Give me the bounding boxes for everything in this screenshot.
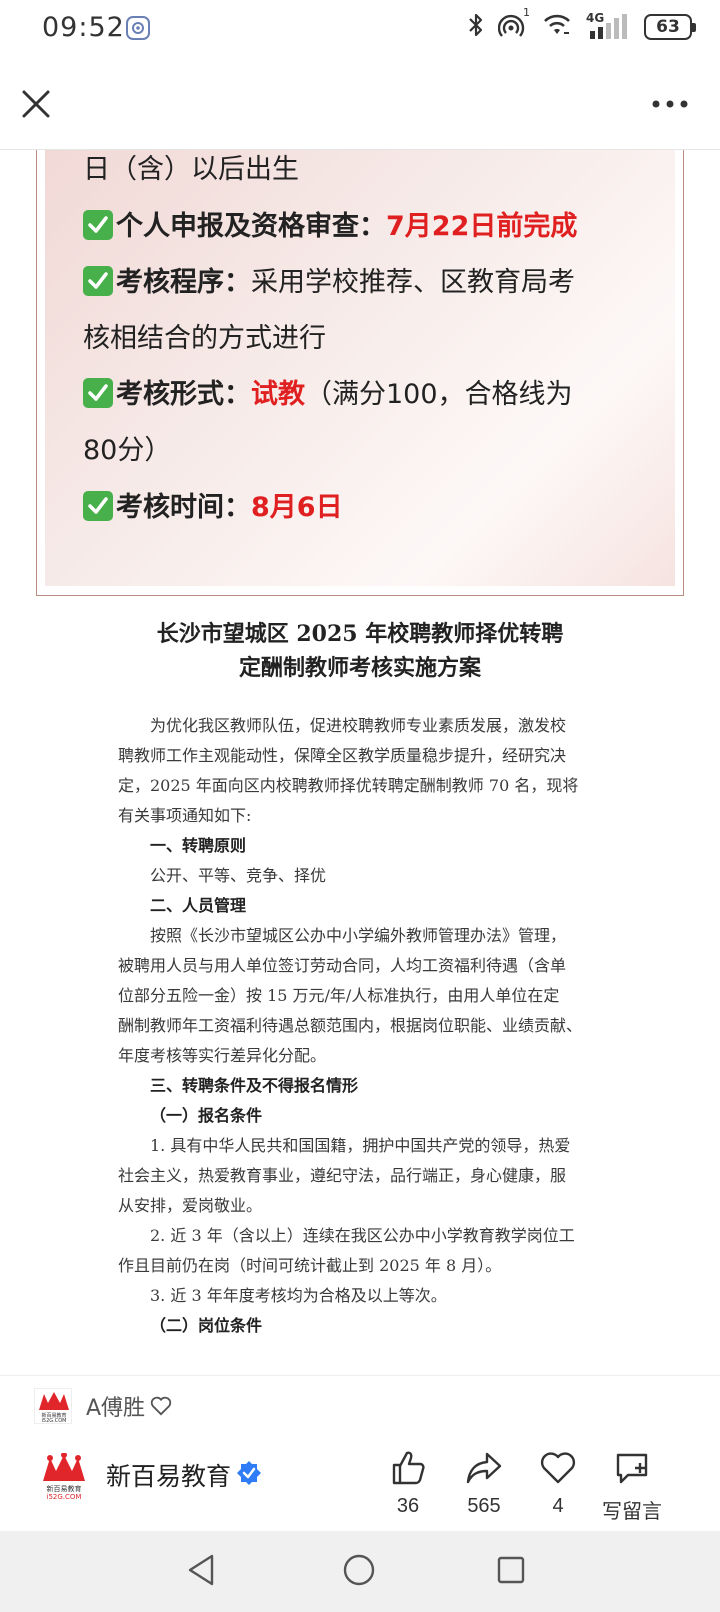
brand-logo-icon [43, 1452, 85, 1481]
bluetooth-icon [468, 12, 484, 42]
doc-line: 按照《长沙市望城区公办中小学编外教师管理办法》管理， [150, 926, 567, 945]
home-button[interactable] [342, 1553, 376, 1587]
favorite-button[interactable]: 4 [518, 1449, 598, 1518]
more-options-button[interactable] [650, 96, 690, 110]
doc-line: 作且目前仍在岗（时间可统计截止到 2025 年 8 月）。 [118, 1256, 502, 1275]
account-name[interactable]: 新百易教育 [106, 1457, 231, 1493]
vpn-icon [126, 16, 150, 40]
back-button[interactable] [186, 1553, 216, 1587]
system-navigation-bar [0, 1531, 720, 1612]
doc-line: 1. 具有中华人民共和国国籍，拥护中国共产党的领导，热爱 [150, 1136, 571, 1155]
check-mark-icon [83, 378, 113, 408]
doc-line: 被聘用人员与用人单位签订劳动合同，人均工资福利待遇（含单 [118, 956, 567, 975]
card-item-procedure-cont: 核相结合的方式进行 [83, 323, 326, 354]
more-icon [652, 100, 688, 108]
cellular-icon: 4G [586, 11, 630, 41]
comment-label: 写留言 [602, 1501, 662, 1523]
doc-line: 聘教师工作主观能动性，保障全区教学质量稳步提升，经研究决 [118, 746, 567, 765]
doc-heading: 一、转聘原则 [150, 836, 247, 855]
close-button[interactable] [18, 86, 54, 122]
doc-line: 2. 近 3 年（含以上）连续在我区公办中小学教育教学岗位工 [150, 1226, 575, 1245]
recents-square-icon [497, 1556, 525, 1584]
thumbs-up-icon [392, 1451, 425, 1485]
doc-line: 社会主义，热爱教育事业，遵纪守法，品行端正，身心健康，服 [118, 1166, 567, 1185]
card-item-time: 考核时间：8月6日 [83, 488, 343, 528]
highlight-card-body: 日（含）以后出生 个人申报及资格审查：7月22日前完成 考核程序：采用学校推荐、… [45, 150, 675, 586]
comment-icon [616, 1453, 648, 1484]
favorite-count: 4 [552, 1495, 564, 1517]
doc-line: 公开、平等、竞争、择优 [150, 866, 327, 885]
author-logo[interactable]: 新百易教育 i52G.COM [34, 1388, 72, 1424]
doc-line: 定，2025 年面向区内校聘教师择优转聘定酬制教师 70 名，现将 [118, 776, 579, 795]
card-line-birth: 日（含）以后出生 [83, 154, 299, 185]
status-icons: 1 4G 63 [468, 6, 696, 42]
top-navigation [0, 56, 720, 150]
status-time: 09:52 [42, 12, 125, 43]
brand-logo-icon [39, 1392, 69, 1410]
doc-heading: 三、转聘条件及不得报名情形 [150, 1076, 359, 1095]
card-item-application: 个人申报及资格审查：7月22日前完成 [83, 207, 577, 247]
doc-line: 酬制教师年工资福利待遇总额范围内，根据岗位职能、业绩贡献、 [118, 1016, 583, 1035]
author-row[interactable]: 新百易教育 i52G.COM A傅胜 [0, 1375, 720, 1435]
like-count: 36 [396, 1495, 420, 1517]
doc-line: 位部分五险一金）按 15 万元/年/人标准执行，由用人单位在定 [118, 986, 560, 1005]
share-button[interactable]: 565 [444, 1449, 524, 1518]
share-count: 565 [467, 1495, 501, 1517]
doc-title-line-2: 定酬制教师考核实施方案 [238, 655, 481, 681]
author-name[interactable]: A傅胜 [86, 1390, 145, 1422]
share-icon [466, 1452, 502, 1484]
heart-icon [150, 1396, 172, 1416]
back-triangle-icon [188, 1554, 214, 1586]
account-logo-sub: i52G.COM [46, 1493, 82, 1501]
doc-line: 从安排，爱岗敬业。 [118, 1196, 263, 1215]
hotspot-icon: 1 [497, 6, 530, 42]
heart-icon [540, 1452, 576, 1484]
author-logo-sub: i52G.COM [41, 1418, 67, 1424]
article-content[interactable]: 日（含）以后出生 个人申报及资格审查：7月22日前完成 考核程序：采用学校推荐、… [0, 150, 720, 1375]
card-item-format: 考核形式：试教（满分100，合格线为 [83, 375, 573, 415]
home-circle-icon [343, 1554, 375, 1586]
battery-indicator: 63 [644, 14, 696, 40]
check-mark-icon [83, 491, 113, 521]
doc-line: 3. 近 3 年年度考核均为合格及以上等次。 [150, 1286, 447, 1305]
status-bar: 09:52 1 4G 63 [0, 0, 720, 56]
action-bar: 新百易教育 i52G.COM 新百易教育 36 565 4 写留言 [0, 1435, 720, 1531]
card-item-procedure: 考核程序：采用学校推荐、区教育局考 [83, 263, 575, 303]
document-image: 长沙市望城区 2025 年校聘教师择优转聘 定酬制教师考核实施方案 为优化我区教… [0, 596, 720, 1375]
check-mark-icon [83, 210, 113, 240]
signal-superscript: 1 [523, 6, 530, 19]
doc-line: 有关事项通知如下: [118, 806, 252, 825]
comment-button[interactable]: 写留言 [592, 1449, 672, 1524]
doc-title-line-1: 长沙市望城区 2025 年校聘教师择优转聘 [156, 621, 564, 647]
account-logo[interactable]: 新百易教育 i52G.COM [40, 1452, 88, 1503]
close-icon [22, 90, 50, 118]
doc-heading: 二、人员管理 [150, 896, 247, 915]
verified-badge-icon [236, 1460, 262, 1486]
wifi-icon [542, 13, 572, 41]
highlight-card: 日（含）以后出生 个人申报及资格审查：7月22日前完成 考核程序：采用学校推荐、… [36, 150, 684, 596]
doc-subheading: （二）岗位条件 [150, 1316, 263, 1335]
doc-subheading: （一）报名条件 [150, 1106, 263, 1125]
doc-line: 年度考核等实行差异化分配。 [118, 1046, 327, 1065]
card-item-format-cont: 80分） [83, 435, 172, 466]
check-mark-icon [83, 266, 113, 296]
doc-line: 为优化我区教师队伍，促进校聘教师专业素质发展，激发校 [150, 716, 567, 735]
follow-heart-button[interactable] [150, 1396, 172, 1416]
recents-button[interactable] [496, 1555, 526, 1585]
like-button[interactable]: 36 [368, 1449, 448, 1518]
